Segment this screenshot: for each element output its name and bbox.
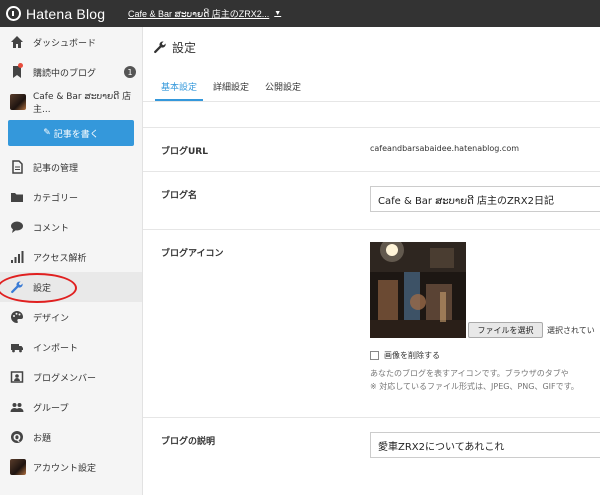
page-header: 設定	[143, 27, 600, 67]
blog-description-value: 愛車ZRX2についてあれこれ	[378, 441, 505, 453]
tab-basic[interactable]: 基本設定	[155, 80, 204, 101]
url-value: cafeandbarsabaidee.hatenablog.com	[370, 144, 520, 153]
logo-text: Hatena Blog	[26, 5, 106, 22]
truck-icon	[10, 340, 24, 354]
wrench-icon	[153, 40, 167, 54]
blog-icon-image	[370, 242, 466, 338]
choose-file-button[interactable]: ファイルを選択	[468, 322, 543, 338]
sidebar-item-label: カテゴリー	[33, 193, 79, 204]
hatena-logo-icon	[6, 6, 21, 21]
tab-advanced[interactable]: 詳細設定	[207, 80, 255, 101]
sidebar-item-label: デザイン	[33, 313, 70, 324]
member-icon	[10, 370, 24, 384]
settings-form: ブログURL cafeandbarsabaidee.hatenablog.com…	[143, 127, 600, 495]
description-row: ブログの説明 愛車ZRX2についてあれこれ	[143, 417, 600, 495]
sidebar-item-account[interactable]: アカウント設定	[0, 452, 142, 482]
name-row: ブログ名 Cafe & Bar ສະບາຍດີ 店主のZRX2日記	[143, 171, 600, 229]
sidebar-item-label: ブログメンバー	[33, 373, 97, 384]
top-bar: Hatena Blog Cafe & Bar ສະບາຍດີ 店主のZRX2..…	[0, 0, 600, 27]
home-icon	[10, 35, 24, 49]
document-icon	[10, 160, 24, 174]
name-label: ブログ名	[161, 191, 198, 201]
sidebar-item-comments[interactable]: コメント	[0, 212, 142, 242]
folder-icon	[10, 190, 24, 204]
blog-thumbnail	[10, 94, 26, 110]
url-label: ブログURL	[161, 147, 208, 157]
pen-icon: ✎	[43, 128, 51, 138]
sidebar-item-label: ダッシュボード	[33, 38, 97, 49]
sidebar-item-label: インポート	[33, 343, 79, 354]
notification-dot	[18, 63, 23, 68]
comment-icon	[10, 220, 24, 234]
blog-switcher-label: Cafe & Bar ສະບາຍດີ 店主のZRX2...	[128, 9, 270, 19]
sidebar-item-subscriptions[interactable]: 購読中のブログ 1	[0, 57, 142, 87]
blog-name-input[interactable]: Cafe & Bar ສະບາຍດີ 店主のZRX2日記	[370, 186, 600, 212]
sidebar-item-settings[interactable]: 設定	[0, 272, 142, 303]
file-status: 選択されてい	[547, 326, 595, 335]
sidebar-item-label: グループ	[33, 403, 69, 414]
sidebar-item-import[interactable]: インポート	[0, 332, 142, 362]
sidebar-item-blog[interactable]: Cafe & Bar ສະບາຍດີ 店主...	[0, 87, 142, 117]
icon-help-text: あなたのブログを表すアイコンです。ブラウザのタブや	[370, 369, 569, 378]
tab-publish[interactable]: 公開設定	[259, 80, 307, 101]
blog-description-input[interactable]: 愛車ZRX2についてあれこれ	[370, 432, 600, 458]
highlight-circle	[0, 273, 77, 303]
sidebar-item-articles[interactable]: 記事の管理	[0, 152, 142, 182]
main-content: 設定 基本設定 詳細設定 公開設定 ブログURL cafeandbarsabai…	[143, 27, 600, 495]
question-icon: Q	[10, 430, 24, 444]
sidebar-item-label: 購読中のブログ	[33, 68, 97, 79]
url-row: ブログURL cafeandbarsabaidee.hatenablog.com	[143, 127, 600, 171]
sidebar-item-label: アクセス解析	[33, 253, 87, 264]
write-article-label: 記事を書く	[53, 129, 99, 140]
icon-format-note: ※ 対応しているファイル形式は、JPEG、PNG、GIFです。	[370, 382, 579, 391]
sidebar-item-label: 記事の管理	[33, 163, 79, 174]
write-article-button[interactable]: ✎ 記事を書く	[8, 120, 134, 146]
caret-down-icon: ▼	[274, 10, 282, 17]
sidebar-item-label: お題	[33, 433, 52, 444]
blog-switcher[interactable]: Cafe & Bar ສະບາຍດີ 店主のZRX2... ▼	[128, 7, 281, 20]
unread-badge: 1	[124, 66, 136, 78]
description-label: ブログの説明	[161, 437, 216, 447]
sidebar-item-dashboard[interactable]: ダッシュボード	[0, 27, 142, 57]
sidebar-item-groups[interactable]: グループ	[0, 392, 142, 422]
icon-row: ブログアイコン ファイルを選択 選択されてい 画像を削除する あなたのブログを表…	[143, 229, 600, 417]
sidebar-item-categories[interactable]: カテゴリー	[0, 182, 142, 212]
sidebar-item-members[interactable]: ブログメンバー	[0, 362, 142, 392]
blog-name-value: Cafe & Bar ສະບາຍດີ 店主のZRX2日記	[378, 195, 554, 207]
delete-image-label: 画像を削除する	[384, 351, 440, 360]
bar-chart-icon	[10, 250, 24, 264]
delete-image-option[interactable]: 画像を削除する	[370, 350, 440, 361]
delete-image-checkbox[interactable]	[370, 351, 379, 360]
sidebar-item-analytics[interactable]: アクセス解析	[0, 242, 142, 272]
group-icon	[10, 400, 24, 414]
avatar	[10, 459, 26, 475]
icon-label: ブログアイコン	[161, 249, 224, 259]
sidebar: ダッシュボード 購読中のブログ 1 Cafe & Bar ສະບາຍດີ 店主.…	[0, 27, 143, 495]
page-title: 設定	[172, 40, 197, 55]
settings-tabs: 基本設定 詳細設定 公開設定	[143, 67, 600, 102]
svg-text:Q: Q	[13, 434, 21, 444]
sidebar-item-label: アカウント設定	[33, 463, 97, 474]
sidebar-item-label: コメント	[33, 223, 70, 234]
sidebar-item-odai[interactable]: Q お題	[0, 422, 142, 452]
palette-icon	[10, 310, 24, 324]
sidebar-item-label: Cafe & Bar ສະບາຍດີ 店主...	[33, 92, 132, 115]
sidebar-item-design[interactable]: デザイン	[0, 302, 142, 332]
hatena-logo[interactable]: Hatena Blog	[0, 6, 128, 22]
